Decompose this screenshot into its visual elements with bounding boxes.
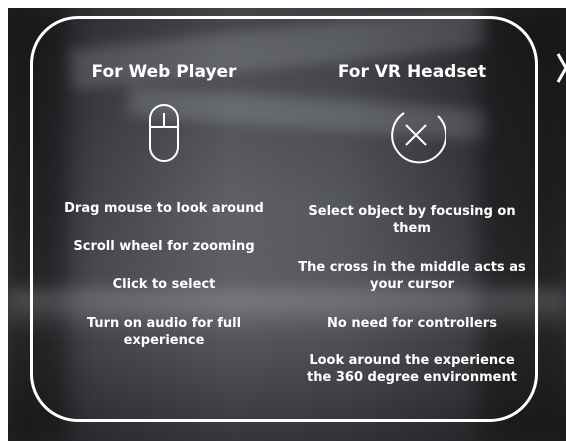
web-instruction-scroll: Scroll wheel for zooming [73, 239, 255, 254]
web-instruction-click: Click to select [112, 277, 216, 292]
web-instruction-audio: Turn on audio for full experience [86, 316, 242, 348]
vr-instruction-controllers: No need for controllers [327, 316, 497, 331]
cross-cursor-icon [391, 112, 446, 164]
mouse-icon [149, 104, 179, 162]
vr-headset-title: For VR Headset [337, 62, 487, 82]
web-player-title: For Web Player [91, 62, 237, 82]
vr-instruction-focus: Select object by focusing on them [308, 204, 516, 236]
web-instruction-drag: Drag mouse to look around [64, 201, 264, 216]
vr-instruction-look: Look around the experience the 360 degre… [307, 353, 517, 385]
chevron-right-icon[interactable] [556, 52, 566, 84]
vr-instruction-cross: The cross in the middle acts as your cur… [298, 260, 526, 292]
